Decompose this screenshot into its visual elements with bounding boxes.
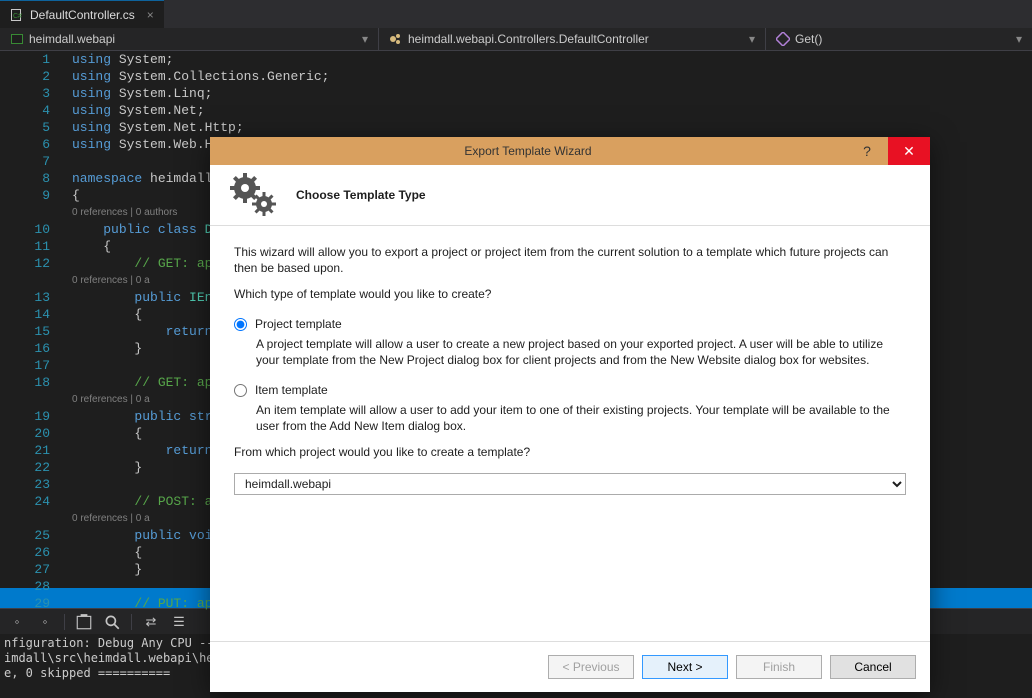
- tab-label: DefaultController.cs: [30, 8, 135, 22]
- gears-icon: [228, 171, 278, 219]
- project-template-radio-input[interactable]: [234, 318, 247, 331]
- chevron-down-icon: ▾: [362, 32, 368, 46]
- item-template-radio-input[interactable]: [234, 384, 247, 397]
- dialog-titlebar[interactable]: Export Template Wizard ? ✕: [210, 137, 930, 165]
- find-icon[interactable]: [103, 613, 121, 631]
- nav-back-icon[interactable]: ◦: [8, 613, 26, 631]
- project-icon: [10, 32, 24, 46]
- csharp-file-icon: C#: [10, 8, 24, 22]
- breadcrumb-member-label: Get(): [795, 32, 822, 46]
- breadcrumb-class-label: heimdall.webapi.Controllers.DefaultContr…: [408, 32, 649, 46]
- project-select[interactable]: heimdall.webapi: [234, 473, 906, 495]
- tab-default-controller[interactable]: C# DefaultController.cs ×: [0, 0, 164, 28]
- dialog-body: This wizard will allow you to export a p…: [210, 226, 930, 641]
- next-button[interactable]: Next >: [642, 655, 728, 679]
- nav-fwd-icon[interactable]: ◦: [36, 613, 54, 631]
- dialog-title: Export Template Wizard: [210, 144, 846, 158]
- breadcrumb-member[interactable]: Get() ▾: [765, 28, 1032, 50]
- question-text: Which type of template would you like to…: [234, 286, 906, 302]
- export-template-wizard-dialog: Export Template Wizard ? ✕ Choose Templa…: [210, 137, 930, 692]
- class-icon: [389, 32, 403, 46]
- item-template-radio[interactable]: Item template: [234, 378, 906, 402]
- breadcrumb-project[interactable]: heimdall.webapi ▾: [0, 28, 378, 50]
- dialog-heading: Choose Template Type: [296, 188, 426, 202]
- intro-text: This wizard will allow you to export a p…: [234, 244, 906, 276]
- chevron-down-icon: ▾: [749, 32, 755, 46]
- cancel-button[interactable]: Cancel: [830, 655, 916, 679]
- help-icon[interactable]: ?: [846, 137, 888, 165]
- previous-button: < Previous: [548, 655, 634, 679]
- item-template-label: Item template: [255, 382, 328, 398]
- item-template-desc: An item template will allow a user to ad…: [256, 402, 906, 434]
- breadcrumb-project-label: heimdall.webapi: [29, 32, 115, 46]
- project-template-desc: A project template will allow a user to …: [256, 336, 906, 368]
- finish-button: Finish: [736, 655, 822, 679]
- close-icon[interactable]: ✕: [888, 137, 930, 165]
- svg-text:C#: C#: [13, 13, 22, 20]
- clear-icon[interactable]: [75, 613, 93, 631]
- project-question: From which project would you like to cre…: [234, 444, 906, 460]
- project-template-radio[interactable]: Project template: [234, 312, 906, 336]
- breadcrumb-class[interactable]: heimdall.webapi.Controllers.DefaultContr…: [378, 28, 765, 50]
- tab-bar: C# DefaultController.cs ×: [0, 0, 1032, 28]
- list-icon[interactable]: ☰: [170, 613, 188, 631]
- word-wrap-icon[interactable]: ⇄: [142, 613, 160, 631]
- dialog-footer: < Previous Next > Finish Cancel: [210, 641, 930, 692]
- line-number-gutter: 1234567891011121314151617181920212223242…: [0, 51, 56, 588]
- dialog-header: Choose Template Type: [210, 165, 930, 226]
- close-icon[interactable]: ×: [147, 8, 154, 22]
- chevron-down-icon: ▾: [1016, 32, 1022, 46]
- breadcrumb: heimdall.webapi ▾ heimdall.webapi.Contro…: [0, 28, 1032, 51]
- method-icon: [776, 32, 790, 46]
- project-template-label: Project template: [255, 316, 342, 332]
